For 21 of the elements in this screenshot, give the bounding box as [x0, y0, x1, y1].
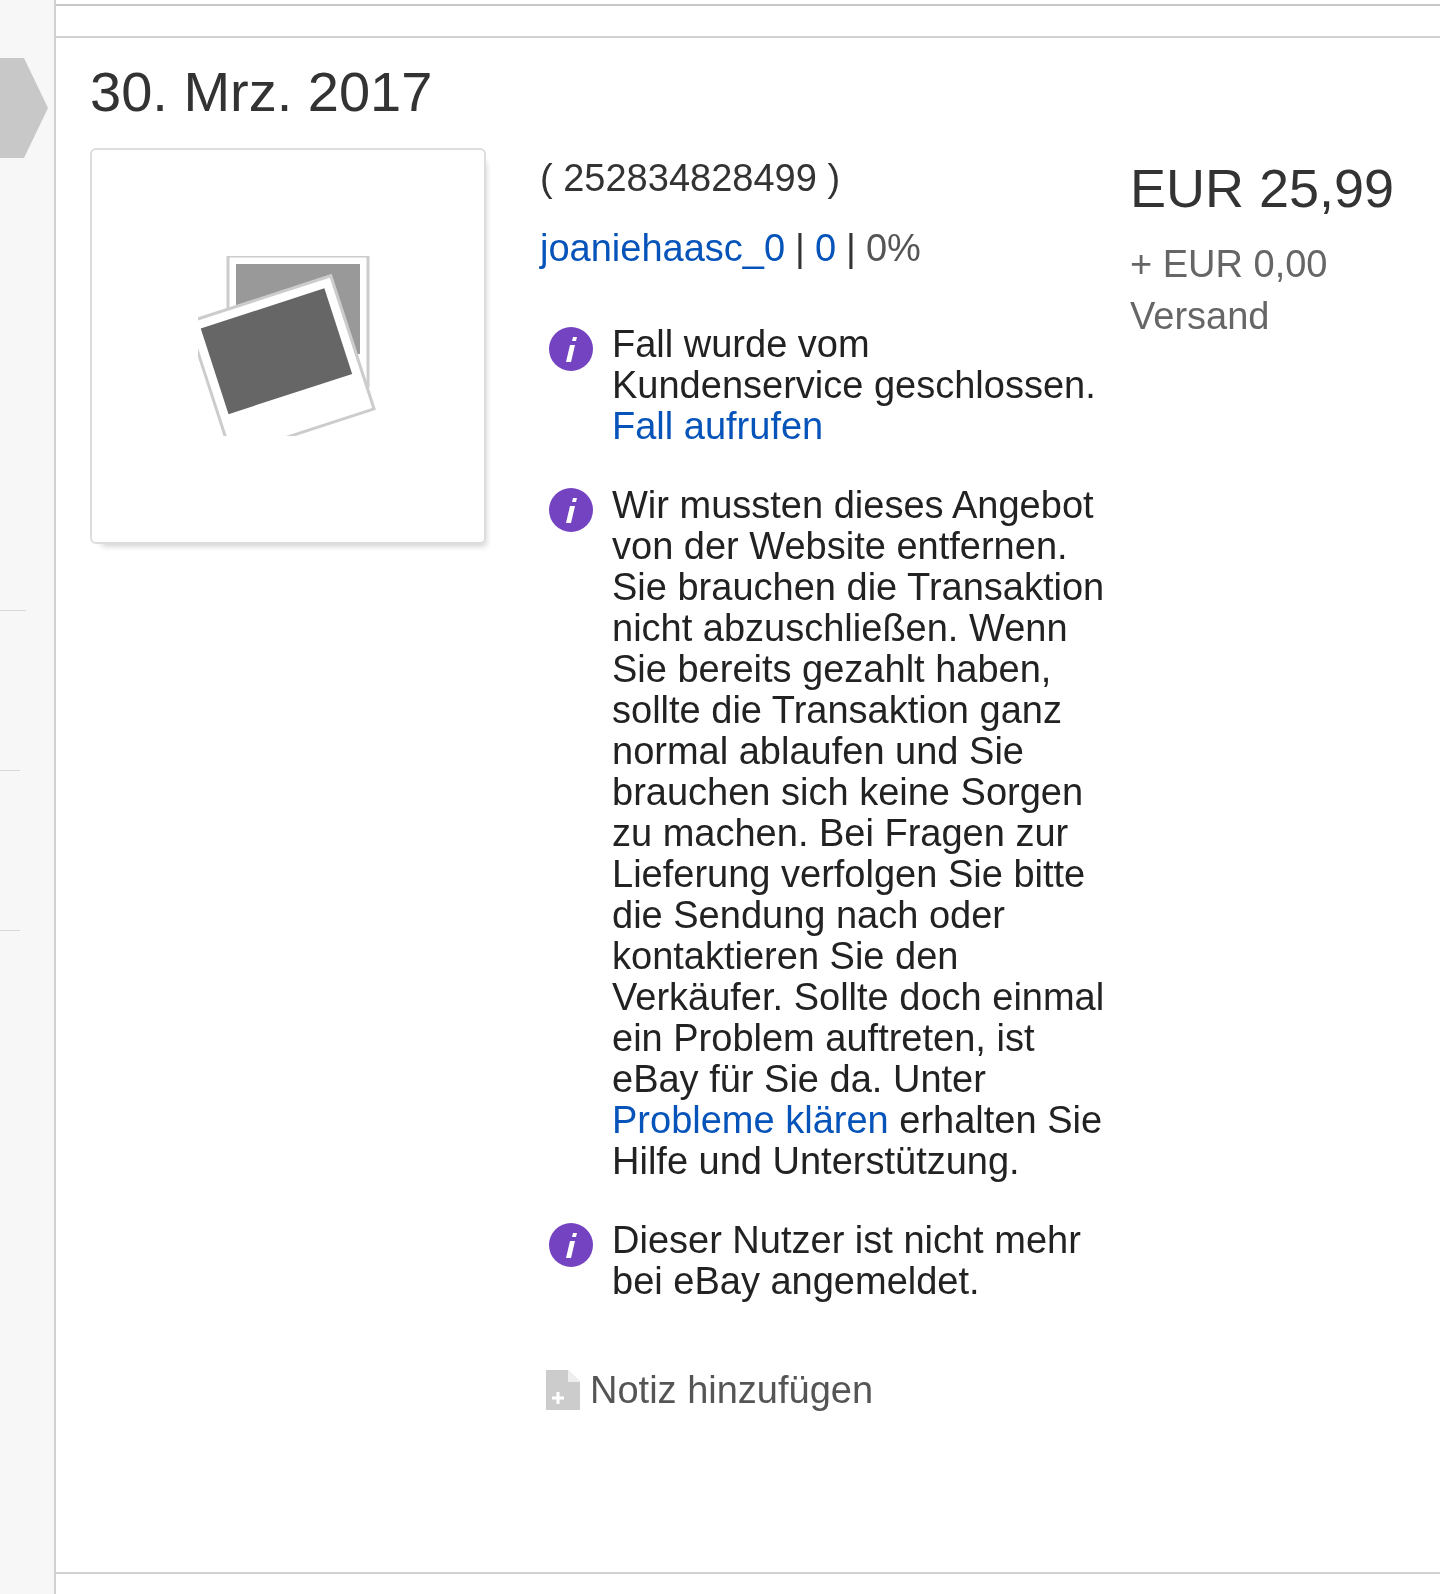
photo-placeholder-icon [198, 256, 378, 436]
info-icon [548, 487, 594, 533]
info-message: Dieser Nutzer ist nicht mehr bei eBay angemeldet. [612, 1220, 1082, 1302]
separator: | [846, 226, 856, 270]
feedback-percent: 0% [866, 226, 921, 270]
separator: | [795, 226, 805, 270]
order-date: 30. Mrz. 2017 [90, 60, 433, 124]
add-note-link[interactable]: Notiz hinzufügen [590, 1368, 874, 1412]
info-message: Fall wurde vom Kundenservice geschlossen. Fall aufrufen [612, 324, 1097, 447]
info-icon [548, 326, 594, 372]
item-price: EUR 25,99 [1130, 158, 1395, 218]
info-message: Wir mussten dieses Angebot von der Website entfernen. Sie brauchen die Transaktion nicht abzuschließen. Wenn Sie bereits gezahlt haben, sollte die Transaktion ganz normal ablaufen und Sie brauchen sich keine Sorgen zu machen. Bei Fragen zur Lieferung verfolgen Sie bitte die Sendung nach oder kontaktieren Sie den Verkäufer. Sollte doch einmal ein Problem auftreten, ist eBay für Sie da. Unter Probleme klären erhalten Sie Hilfe und Unterstützung. [612, 485, 1106, 1182]
shipping-cost: + EUR 0,00 Versand [1130, 242, 1329, 339]
info-icon [548, 1222, 594, 1268]
seller-link[interactable]: 0 [814, 226, 837, 270]
item-number: ( 252834828499 ) [540, 156, 841, 200]
seller-link[interactable]: joaniehaasc_0 [540, 226, 786, 270]
add-note-icon[interactable] [546, 1370, 580, 1410]
message-link[interactable]: Probleme klären [612, 1099, 889, 1141]
message-link[interactable]: Fall aufrufen [612, 405, 824, 447]
chevron-tab-icon[interactable] [0, 58, 48, 158]
